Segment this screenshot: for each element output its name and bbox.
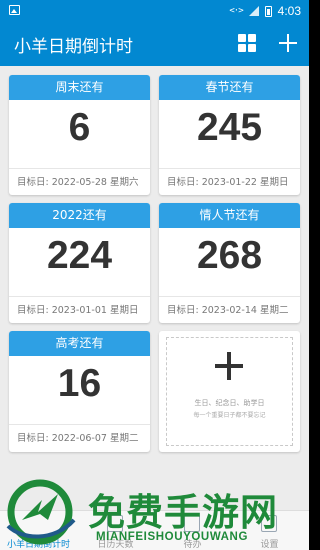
- card-divider: [159, 168, 300, 169]
- watermark-text: 免费手游网: [88, 491, 278, 534]
- card-divider: [9, 168, 150, 169]
- target-date: 目标日: 2022-06-07 星期二: [17, 433, 139, 444]
- countdown-card[interactable]: 周末还有 6 目标日: 2022-05-28 星期六: [9, 75, 150, 195]
- plus-icon[interactable]: [277, 32, 299, 54]
- image-notification-icon: [9, 5, 20, 15]
- add-hint-secondary: 每一个重要日子都不要忘记: [193, 412, 266, 419]
- signal-code-icon: <·>: [229, 6, 243, 16]
- card-label: 春节还有: [159, 75, 300, 100]
- days-count: 245: [196, 106, 263, 149]
- card-label: 2022还有: [9, 203, 150, 228]
- countdown-card[interactable]: 情人节还有 268 目标日: 2023-02-14 星期二: [159, 203, 300, 323]
- target-date: 目标日: 2023-02-14 星期二: [167, 305, 289, 316]
- target-date: 目标日: 2022-05-28 星期六: [17, 177, 139, 188]
- status-icons: <·> 4:03: [229, 3, 301, 19]
- countdown-card[interactable]: 高考还有 16 目标日: 2022-06-07 星期二: [9, 331, 150, 452]
- cell-signal-icon: [248, 6, 259, 16]
- target-date: 目标日: 2023-01-22 星期日: [167, 177, 289, 188]
- app-title: 小羊日期倒计时: [14, 37, 133, 57]
- battery-icon: [264, 5, 272, 17]
- target-date: 目标日: 2023-01-01 星期日: [17, 305, 139, 316]
- countdown-card[interactable]: 春节还有 245 目标日: 2023-01-22 星期日: [159, 75, 300, 195]
- app-screen: <·> 4:03 小羊日期倒计时 周末还有 6 目标日: 2022-05-28 …: [0, 0, 309, 550]
- days-count: 224: [46, 234, 113, 277]
- status-time: 4:03: [277, 4, 301, 18]
- app-bar: 小羊日期倒计时: [0, 22, 309, 66]
- card-divider: [9, 424, 150, 425]
- plus-icon: [215, 352, 243, 380]
- status-bar: <·> 4:03: [0, 0, 309, 22]
- card-label: 情人节还有: [159, 203, 300, 228]
- days-count: 16: [57, 362, 102, 405]
- watermark-logo-icon: [6, 479, 76, 545]
- card-label: 周末还有: [9, 75, 150, 100]
- days-count: 6: [68, 106, 91, 149]
- countdown-card[interactable]: 2022还有 224 目标日: 2023-01-01 星期日: [9, 203, 150, 323]
- card-divider: [9, 296, 150, 297]
- days-count: 268: [196, 234, 263, 277]
- add-hint-primary: 生日、纪念日、助学日: [194, 399, 265, 407]
- add-countdown-card[interactable]: 生日、纪念日、助学日 每一个重要日子都不要忘记: [159, 331, 300, 452]
- card-divider: [159, 296, 300, 297]
- watermark-subtext: MIANFEISHOUYOUWANG: [96, 531, 248, 543]
- card-label: 高考还有: [9, 331, 150, 356]
- grid-view-icon[interactable]: [238, 34, 256, 52]
